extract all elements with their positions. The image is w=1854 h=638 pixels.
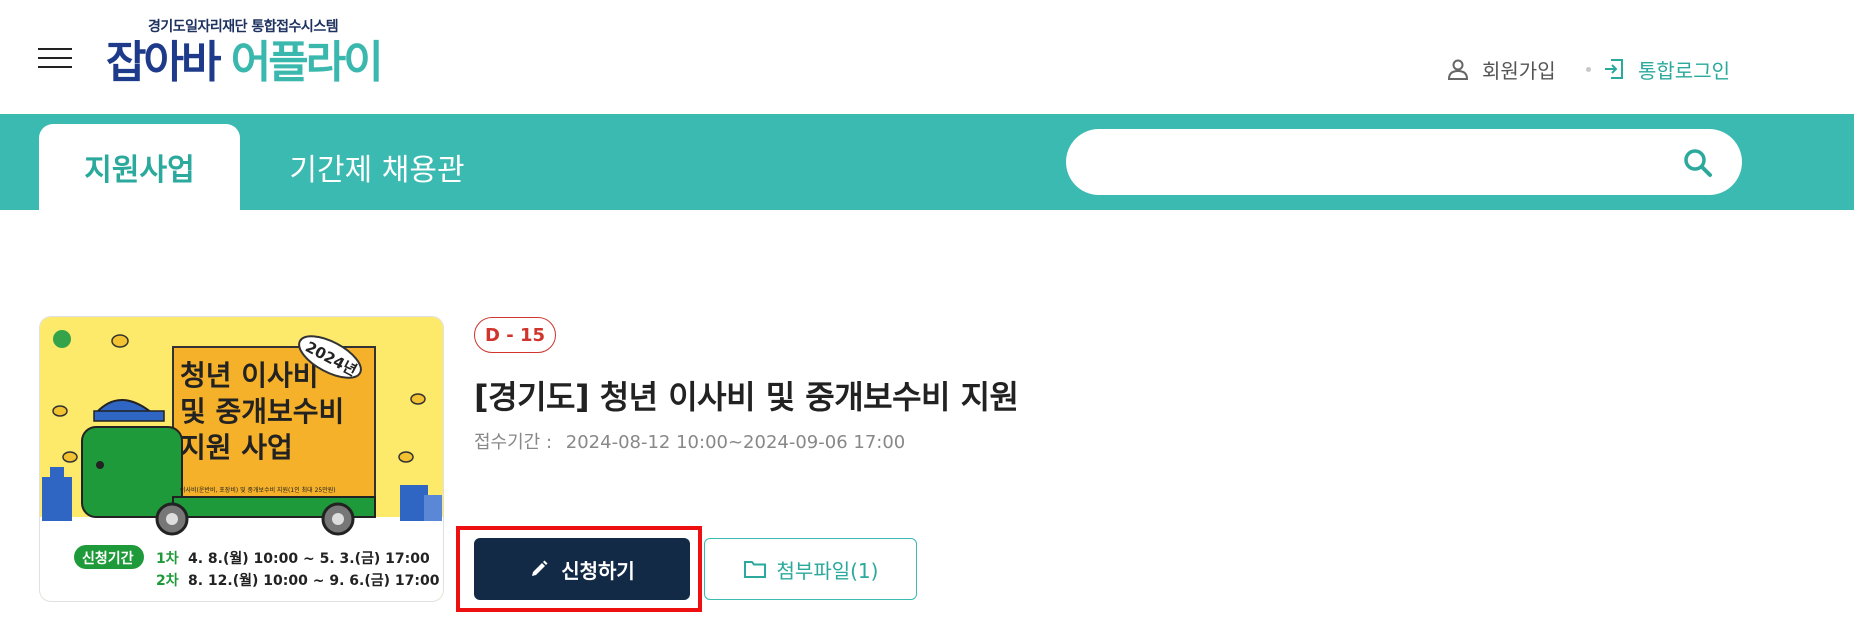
join-link[interactable]: 회원가입 (1446, 54, 1556, 84)
program-title[interactable]: [경기도] 청년 이사비 및 중개보수비 지원 (474, 372, 1019, 418)
separator-dot (1586, 67, 1591, 72)
poster-round1-label: 1차 (156, 551, 179, 567)
site-header: 경기도일자리재단 통합접수시스템 잡아바 어플라이 회원가입 통합로그인 (0, 0, 1854, 114)
poster-line-1: 청년 이사비 (180, 359, 319, 392)
dday-badge: D - 15 (474, 317, 556, 353)
user-icon (1447, 59, 1469, 80)
search-box (1066, 129, 1742, 195)
attachment-button[interactable]: 첨부파일(1) (704, 538, 917, 600)
logo-word-1: 잡아바 (106, 37, 221, 88)
poster-round2-label: 2차 (156, 573, 179, 589)
search-icon[interactable] (1682, 147, 1714, 179)
login-icon (1605, 59, 1623, 79)
poster-truck-caption: 이사비(운반비, 포장비) 및 중개보수비 지원(1인 최대 25만원) (180, 486, 336, 494)
poster-round1-value: 4. 8.(월) 10:00 ~ 5. 3.(금) 17:00 (188, 550, 430, 567)
search-input[interactable] (1096, 141, 1660, 185)
logo-word-2: 어플라이 (230, 37, 384, 88)
folder-icon (743, 561, 766, 578)
period-value: 2024-08-12 10:00~2024-09-06 17:00 (565, 432, 906, 453)
application-period: 접수기간 : 2024-08-12 10:00~2024-09-06 17:00 (474, 428, 905, 454)
join-label: 회원가입 (1482, 58, 1556, 83)
site-logo[interactable]: 경기도일자리재단 통합접수시스템 잡아바 어플라이 (106, 14, 406, 94)
login-label: 통합로그인 (1638, 58, 1730, 83)
logo-subtitle: 경기도일자리재단 통합접수시스템 (148, 19, 339, 35)
highlight-box (456, 526, 702, 612)
logo-wordmark: 잡아바 어플라이 (106, 36, 384, 90)
poster-line-2: 및 중개보수비 (180, 395, 344, 428)
poster-image: 청년 이사비 및 중개보수비 지원 사업 2024년 이사비(운반비, 포장비)… (40, 317, 443, 601)
tab-temporary-jobs[interactable]: 기간제 채용관 (262, 124, 492, 210)
attachment-label: 첨부파일(1) (776, 558, 879, 583)
login-link[interactable]: 통합로그인 (1602, 54, 1730, 84)
poster-round2-value: 8. 12.(월) 10:00 ~ 9. 6.(금) 17:00 (188, 572, 440, 589)
nav-bar: 지원사업 기간제 채용관 (0, 114, 1854, 210)
poster-period-badge: 신청기간 (82, 550, 134, 567)
period-label: 접수기간 : (474, 432, 553, 453)
program-poster[interactable]: 청년 이사비 및 중개보수비 지원 사업 2024년 이사비(운반비, 포장비)… (39, 316, 444, 602)
tab-support-programs[interactable]: 지원사업 (39, 124, 240, 210)
poster-line-3: 지원 사업 (180, 431, 293, 464)
menu-icon[interactable] (38, 46, 72, 70)
